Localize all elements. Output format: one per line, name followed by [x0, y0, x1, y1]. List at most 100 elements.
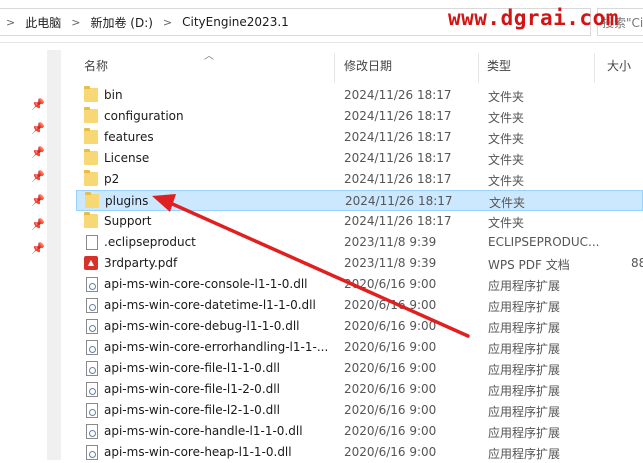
breadcrumb-drive-d[interactable]: 新加卷 (D:) — [86, 14, 156, 31]
file-modified-date: 2020/6/16 9:00 — [344, 424, 437, 438]
file-modified-date: 2024/11/26 18:17 — [344, 88, 452, 102]
column-divider[interactable] — [478, 53, 479, 83]
file-type: WPS PDF 文档 — [488, 258, 570, 272]
column-divider[interactable] — [594, 53, 595, 83]
pin-icon[interactable]: 📌 — [31, 242, 45, 255]
file-list-item[interactable]: Support 2024/11/26 18:17 文件夹 — [76, 211, 643, 232]
dll-icon — [86, 277, 98, 292]
file-icon — [86, 235, 98, 250]
pin-icon[interactable]: 📌 — [31, 122, 45, 135]
folder-icon — [84, 212, 98, 228]
file-type: 应用程序扩展 — [488, 363, 561, 377]
file-type: 应用程序扩展 — [488, 384, 561, 398]
file-list-item[interactable]: api-ms-win-core-file-l1-1-0.dll 2020/6/16… — [76, 358, 643, 379]
file-type: 文件夹 — [488, 111, 525, 125]
file-type: 应用程序扩展 — [488, 279, 561, 293]
file-list-item[interactable]: api-ms-win-core-datetime-l1-1-0.dll 2020/… — [76, 295, 643, 316]
column-header-type[interactable]: 类型 — [487, 57, 511, 74]
file-list-item[interactable]: License 2024/11/26 18:17 文件夹 — [76, 148, 643, 169]
pin-icon[interactable]: 📌 — [31, 194, 45, 207]
file-name: Support — [104, 214, 152, 228]
file-modified-date: 2020/6/16 9:00 — [344, 445, 437, 459]
file-modified-date: 2024/11/26 18:17 — [344, 172, 452, 186]
watermark-text: www.dgrai.com — [448, 6, 619, 30]
file-name: p2 — [104, 172, 120, 186]
folder-icon — [85, 192, 99, 208]
file-list-item[interactable]: .eclipseproduct 2023/11/8 9:39 ECLIPSEPROD… — [76, 232, 643, 253]
file-name: api-ms-win-core-file-l1-1-0.dll — [104, 361, 280, 375]
file-modified-date: 2024/11/26 18:17 — [345, 194, 453, 208]
dll-icon — [86, 340, 98, 355]
file-type: 应用程序扩展 — [488, 342, 561, 356]
file-type: 文件夹 — [488, 174, 525, 188]
column-divider[interactable] — [334, 53, 335, 83]
file-type: 应用程序扩展 — [488, 300, 561, 314]
file-list-item[interactable]: api-ms-win-core-errorhandling-l1-1-... 20… — [76, 337, 643, 358]
file-list-item[interactable]: configuration 2024/11/26 18:17 文件夹 — [76, 106, 643, 127]
folder-icon — [84, 107, 98, 123]
file-list-item[interactable]: ▲ 3rdparty.pdf 2023/11/8 9:39 WPS PDF 文档 88 — [76, 253, 643, 274]
file-modified-date: 2020/6/16 9:00 — [344, 361, 437, 375]
file-name: .eclipseproduct — [104, 235, 196, 249]
file-name: configuration — [104, 109, 184, 123]
file-type: 文件夹 — [488, 153, 525, 167]
file-list-item[interactable]: plugins 2024/11/26 18:17 文件夹 — [76, 190, 643, 211]
file-list-item[interactable]: p2 2024/11/26 18:17 文件夹 — [76, 169, 643, 190]
dll-icon — [86, 424, 98, 439]
file-modified-date: 2020/6/16 9:00 — [344, 403, 437, 417]
pin-icon[interactable]: 📌 — [31, 98, 45, 111]
chevron-right-icon[interactable]: > — [0, 16, 21, 29]
column-header-row: ︿ 名称 修改日期 类型 大小 — [62, 43, 643, 85]
file-size: 88 — [631, 256, 643, 270]
file-name: License — [104, 151, 150, 165]
file-modified-date: 2020/6/16 9:00 — [344, 298, 437, 312]
file-modified-date: 2024/11/26 18:17 — [344, 109, 452, 123]
folder-icon — [84, 128, 98, 144]
dll-icon — [86, 298, 98, 313]
folder-icon — [84, 149, 98, 165]
file-list-item[interactable]: api-ms-win-core-file-l2-1-0.dll 2020/6/16… — [76, 400, 643, 421]
file-list-item[interactable]: api-ms-win-core-debug-l1-1-0.dll 2020/6/1… — [76, 316, 643, 337]
file-type: 文件夹 — [488, 216, 525, 230]
file-modified-date: 2024/11/26 18:17 — [344, 130, 452, 144]
pin-icon[interactable]: 📌 — [31, 170, 45, 183]
file-type: 应用程序扩展 — [488, 426, 561, 440]
file-name: api-ms-win-core-file-l1-2-0.dll — [104, 382, 280, 396]
file-modified-date: 2023/11/8 9:39 — [344, 235, 437, 249]
file-type: 文件夹 — [488, 132, 525, 146]
file-modified-date: 2020/6/16 9:00 — [344, 340, 437, 354]
file-name: api-ms-win-core-debug-l1-1-0.dll — [104, 319, 300, 333]
column-header-name[interactable]: 名称 — [84, 57, 108, 74]
column-header-size[interactable]: 大小 — [607, 57, 631, 74]
file-list-item[interactable]: api-ms-win-core-file-l1-2-0.dll 2020/6/16… — [76, 379, 643, 400]
breadcrumb-cityengine-folder[interactable]: CityEngine2023.1 — [178, 15, 293, 29]
column-header-date[interactable]: 修改日期 — [344, 57, 392, 74]
navigation-scrollbar[interactable] — [47, 50, 61, 460]
file-list-item[interactable]: bin 2024/11/26 18:17 文件夹 — [76, 85, 643, 106]
file-name: api-ms-win-core-heap-l1-1-0.dll — [104, 445, 292, 459]
dll-icon — [86, 445, 98, 460]
file-name: plugins — [105, 194, 149, 208]
pin-icon[interactable]: 📌 — [31, 218, 45, 231]
sort-ascending-icon: ︿ — [204, 51, 214, 62]
pin-icon[interactable]: 📌 — [31, 146, 45, 159]
file-name: api-ms-win-core-console-l1-1-0.dll — [104, 277, 308, 291]
file-list-item[interactable]: features 2024/11/26 18:17 文件夹 — [76, 127, 643, 148]
file-name: api-ms-win-core-errorhandling-l1-1-... — [104, 340, 329, 354]
file-type: 文件夹 — [489, 196, 526, 210]
file-modified-date: 2023/11/8 9:39 — [344, 256, 437, 270]
file-name: bin — [104, 88, 123, 102]
chevron-right-icon[interactable]: > — [65, 16, 86, 29]
file-name: api-ms-win-core-datetime-l1-1-0.dll — [104, 298, 316, 312]
address-bar: > 此电脑 > 新加卷 (D:) > CityEngine2023.1 搜索"C… — [0, 0, 643, 43]
file-list-item[interactable]: api-ms-win-core-handle-l1-1-0.dll 2020/6/… — [76, 421, 643, 442]
dll-icon — [86, 403, 98, 418]
chevron-right-icon[interactable]: > — [157, 16, 178, 29]
file-modified-date: 2020/6/16 9:00 — [344, 277, 437, 291]
file-list-item[interactable]: api-ms-win-core-console-l1-1-0.dll 2020/6… — [76, 274, 643, 295]
folder-icon — [84, 86, 98, 102]
breadcrumb-this-pc[interactable]: 此电脑 — [21, 14, 65, 31]
file-type: 应用程序扩展 — [488, 405, 561, 419]
folder-icon — [84, 170, 98, 186]
file-modified-date: 2020/6/16 9:00 — [344, 319, 437, 333]
